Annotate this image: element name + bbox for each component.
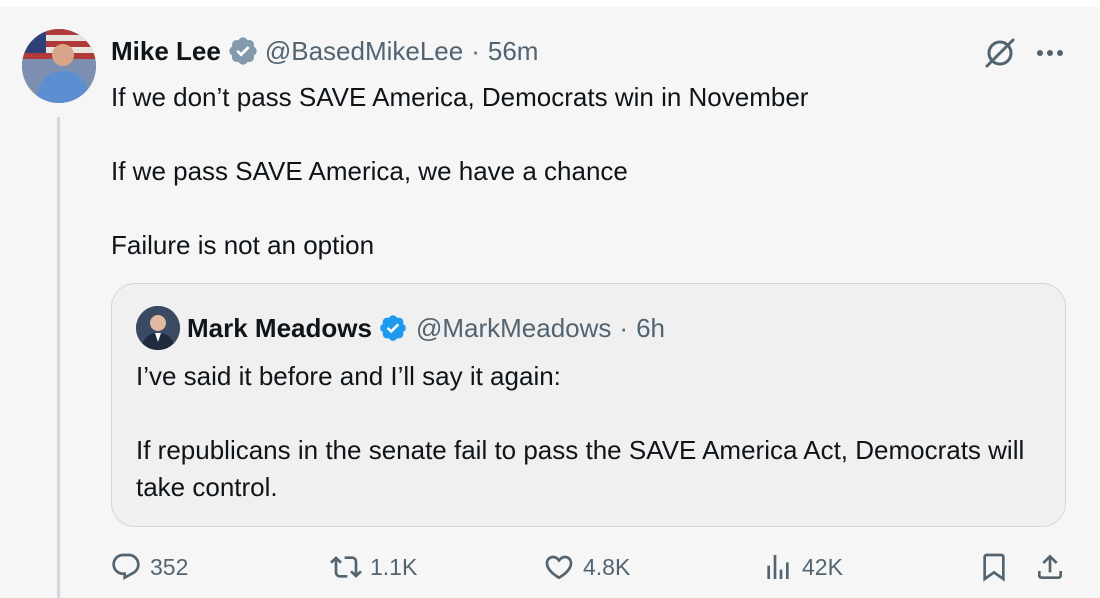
quoted-tweet[interactable]: Mark Meadows @MarkMeadows · 6h I’ve said… xyxy=(111,283,1066,527)
like-count: 4.8K xyxy=(583,553,631,580)
share-icon xyxy=(1038,554,1062,579)
verified-blue-badge-icon xyxy=(378,313,408,343)
grok-icon[interactable] xyxy=(982,35,1018,71)
bookmark-icon xyxy=(983,553,1005,582)
repost-count: 1.1K xyxy=(370,553,418,580)
repost-button[interactable]: 1.1K xyxy=(330,547,417,587)
timestamp[interactable]: 56m xyxy=(488,36,539,67)
author-handle[interactable]: @BasedMikeLee xyxy=(265,36,463,67)
views-chart-icon xyxy=(767,555,789,579)
tweet-header: Mike Lee @BasedMikeLee · 56m xyxy=(111,33,538,69)
separator-dot: · xyxy=(619,312,629,343)
tweet-paragraph: If we don’t pass SAVE America, Democrats… xyxy=(111,82,809,112)
reply-button[interactable]: 352 xyxy=(110,547,188,587)
heart-icon xyxy=(545,555,573,580)
quote-avatar[interactable] xyxy=(136,306,180,350)
quote-author-handle[interactable]: @MarkMeadows xyxy=(416,313,611,344)
thread-line xyxy=(57,117,60,598)
tweet-paragraph: If we pass SAVE America, we have a chanc… xyxy=(111,156,628,186)
author-name[interactable]: Mike Lee xyxy=(111,36,221,67)
reply-icon xyxy=(112,553,140,580)
tweet-card[interactable]: Mike Lee @BasedMikeLee · 56m If we don’t… xyxy=(0,7,1100,598)
verified-gray-badge-icon xyxy=(227,35,259,67)
quote-timestamp[interactable]: 6h xyxy=(636,313,665,344)
avatar[interactable] xyxy=(22,29,96,103)
views-button[interactable]: 42K xyxy=(762,547,843,587)
avatar-photo-icon xyxy=(22,29,96,103)
action-bar: 352 1.1K 4.8K 42K xyxy=(0,547,1100,587)
quote-text: I’ve said it before and I’ll say it agai… xyxy=(136,358,1036,506)
like-button[interactable]: 4.8K xyxy=(543,547,630,587)
quote-header: Mark Meadows @MarkMeadows · 6h xyxy=(187,310,665,346)
more-dots-icon[interactable] xyxy=(1032,41,1068,65)
separator-dot: · xyxy=(471,35,480,66)
reply-count: 352 xyxy=(150,553,189,580)
bookmark-button[interactable] xyxy=(978,547,1018,587)
tweet-text: If we don’t pass SAVE America, Democrats… xyxy=(111,79,1071,264)
tweet-paragraph: Failure is not an option xyxy=(111,230,375,260)
quote-paragraph: If republicans in the senate fail to pas… xyxy=(136,435,1025,502)
share-button[interactable] xyxy=(1034,547,1074,587)
repost-icon xyxy=(330,556,362,578)
quote-avatar-photo-icon xyxy=(136,306,180,350)
quote-paragraph: I’ve said it before and I’ll say it agai… xyxy=(136,361,561,391)
views-count: 42K xyxy=(802,553,843,580)
quote-author-name[interactable]: Mark Meadows xyxy=(187,313,372,344)
